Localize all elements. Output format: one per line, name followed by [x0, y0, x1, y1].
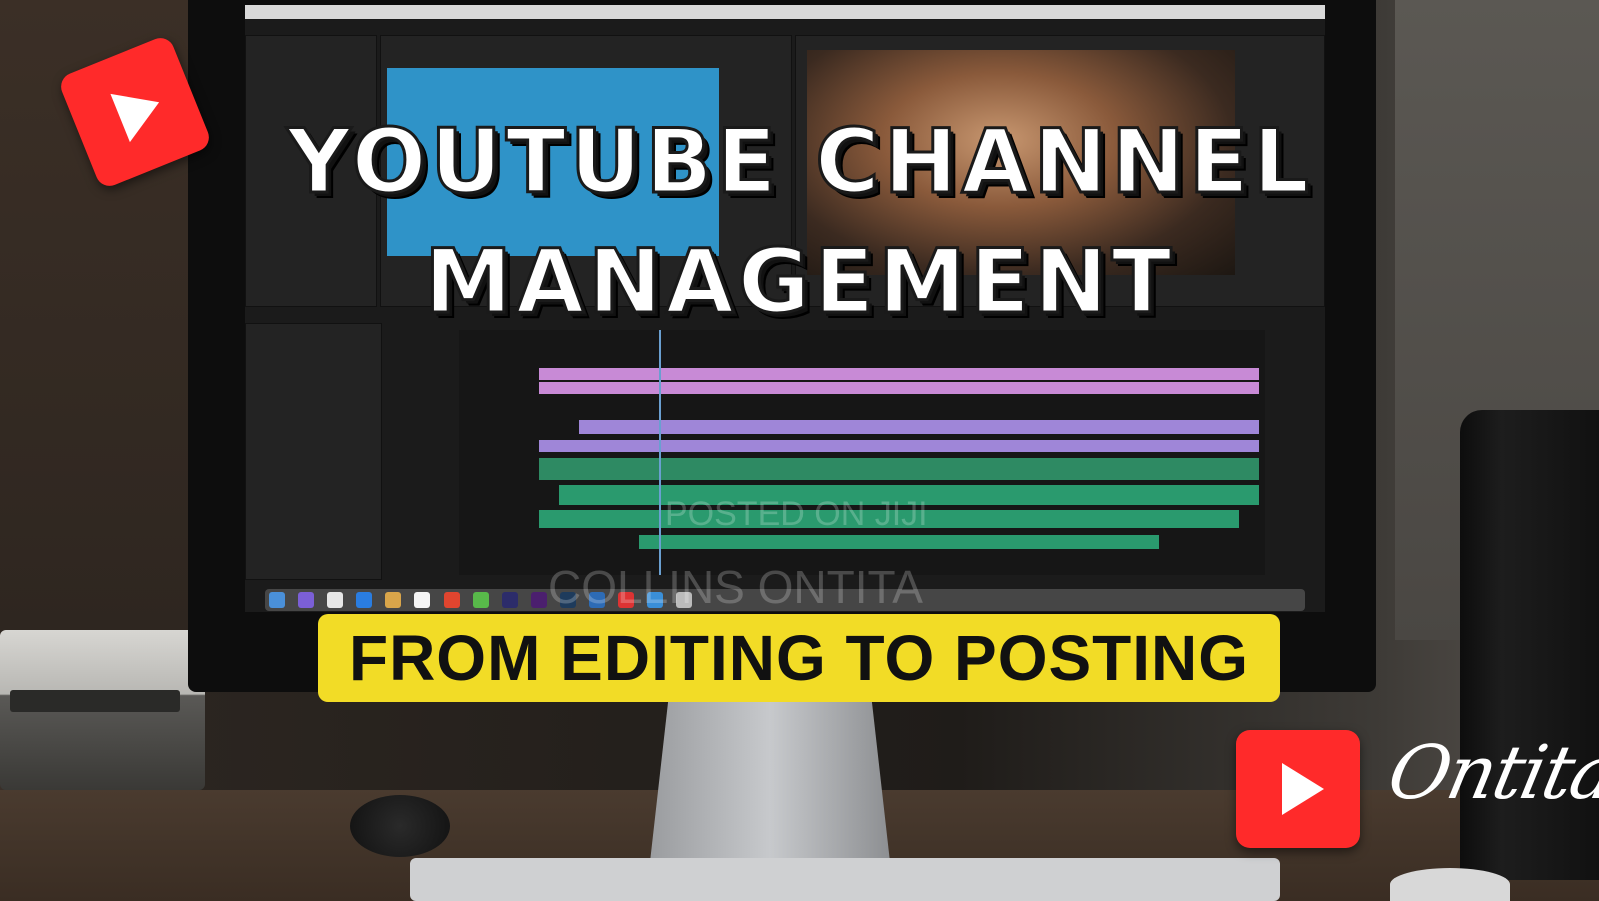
signature-logo: Ontita: [1380, 730, 1599, 816]
subtitle-banner: FROM EDITING TO POSTING: [318, 614, 1280, 702]
printer-slot: [10, 690, 180, 712]
timeline-track: [579, 420, 1259, 434]
play-triangle-icon: [110, 78, 169, 143]
dock-icon: [298, 592, 315, 608]
timeline-track: [539, 440, 1259, 452]
speaker: [350, 795, 450, 857]
dock-icon: [269, 592, 285, 608]
printer: [0, 630, 205, 790]
keyboard: [410, 858, 1280, 901]
play-triangle-icon: [1282, 763, 1324, 815]
watermark-line-1: POSTED ON JIJI: [665, 495, 928, 533]
headline-line-1: YOUTUBE CHANNEL: [286, 109, 1313, 215]
timeline-panel: [459, 330, 1265, 575]
headline-line-2: MANAGEMENT: [423, 229, 1176, 335]
playhead: [659, 330, 661, 575]
dock-icon: [443, 592, 460, 608]
watermark-line-2: COLLINS ONTITA: [548, 561, 923, 613]
youtube-play-icon: [1236, 730, 1360, 848]
photo-scene: POSTED ON JIJI COLLINS ONTITA YOUTUBE CH…: [0, 0, 1599, 901]
dock-icon: [356, 592, 373, 608]
menu-bar: [245, 5, 1325, 19]
dock-icon: [327, 592, 344, 608]
timeline-track: [539, 382, 1259, 394]
dock-icon: [501, 592, 518, 608]
monitor-stand: [650, 692, 890, 862]
dock-icon: [385, 592, 402, 608]
mouse: [1390, 868, 1510, 901]
dock-icon: [472, 592, 489, 608]
dock-icon: [530, 592, 547, 608]
dock-icon: [414, 592, 431, 608]
subtitle-text: FROM EDITING TO POSTING: [348, 622, 1250, 694]
timeline-track: [539, 458, 1259, 480]
timeline-track: [539, 368, 1259, 380]
timeline-track: [639, 535, 1159, 549]
effects-panel: [245, 323, 382, 580]
